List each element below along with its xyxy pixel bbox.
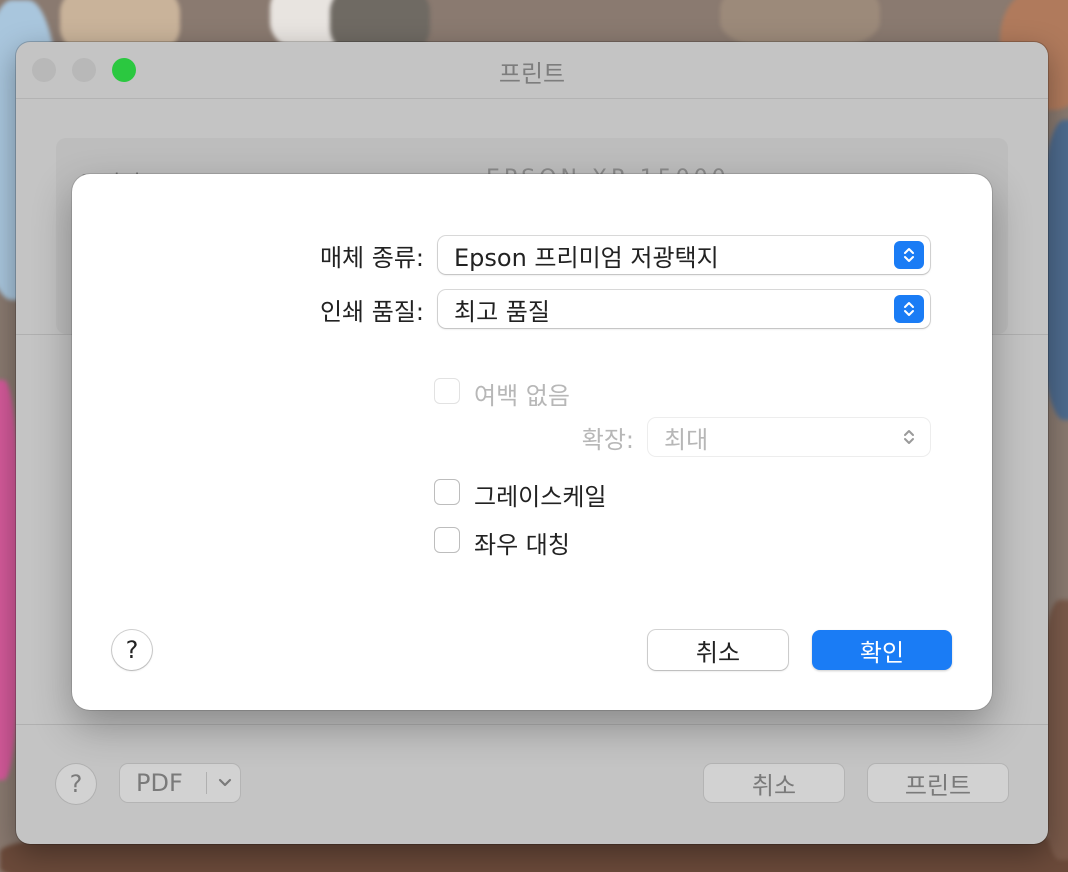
stepper-updown-icon — [894, 241, 924, 269]
window-print-button[interactable]: 프린트 — [868, 764, 1008, 802]
ok-label: 확인 — [859, 638, 905, 667]
media-type-label: 매체 종류: — [319, 244, 424, 272]
stepper-updown-icon — [894, 423, 924, 451]
media-type-value: Epson 프리미엄 저광택지 — [454, 243, 719, 272]
window-print-label: 프린트 — [904, 771, 972, 800]
print-quality-label: 인쇄 품질: — [319, 298, 424, 326]
window-help-button[interactable]: ? — [56, 764, 96, 804]
question-icon: ? — [69, 770, 83, 798]
expansion-value: 최대 — [664, 425, 709, 454]
footer-divider — [16, 724, 1048, 725]
pdf-menu-button[interactable]: PDF — [120, 764, 240, 802]
print-quality-popup[interactable]: 최고 품질 — [438, 290, 930, 328]
cancel-button[interactable]: 취소 — [648, 630, 788, 670]
title-bar: 프린트 — [16, 42, 1048, 99]
borderless-label: 여백 없음 — [474, 382, 570, 410]
window-title: 프린트 — [498, 60, 566, 88]
expansion-popup[interactable]: 최대 — [648, 418, 930, 456]
expansion-label: 확장: — [581, 426, 634, 454]
cancel-label: 취소 — [695, 638, 741, 667]
window-cancel-button[interactable]: 취소 — [704, 764, 844, 802]
media-type-popup[interactable]: Epson 프리미엄 저광택지 — [438, 236, 930, 274]
pdf-separator — [206, 772, 207, 794]
print-quality-value: 최고 품질 — [454, 297, 550, 326]
mirror-label: 좌우 대칭 — [474, 531, 570, 559]
window-cancel-label: 취소 — [751, 771, 797, 800]
print-options-sheet: 매체 종류: Epson 프리미엄 저광택지 인쇄 품질: 최고 품질 여백 없… — [72, 174, 992, 710]
chevron-down-icon[interactable] — [212, 766, 238, 800]
grayscale-checkbox[interactable] — [434, 479, 460, 505]
stepper-updown-icon — [894, 295, 924, 323]
grayscale-label: 그레이스케일 — [474, 483, 607, 511]
borderless-checkbox[interactable] — [434, 378, 460, 404]
question-icon: ? — [125, 636, 139, 664]
help-button[interactable]: ? — [112, 630, 152, 670]
ok-button[interactable]: 확인 — [812, 630, 952, 670]
pdf-label: PDF — [136, 769, 183, 797]
mirror-checkbox[interactable] — [434, 527, 460, 553]
